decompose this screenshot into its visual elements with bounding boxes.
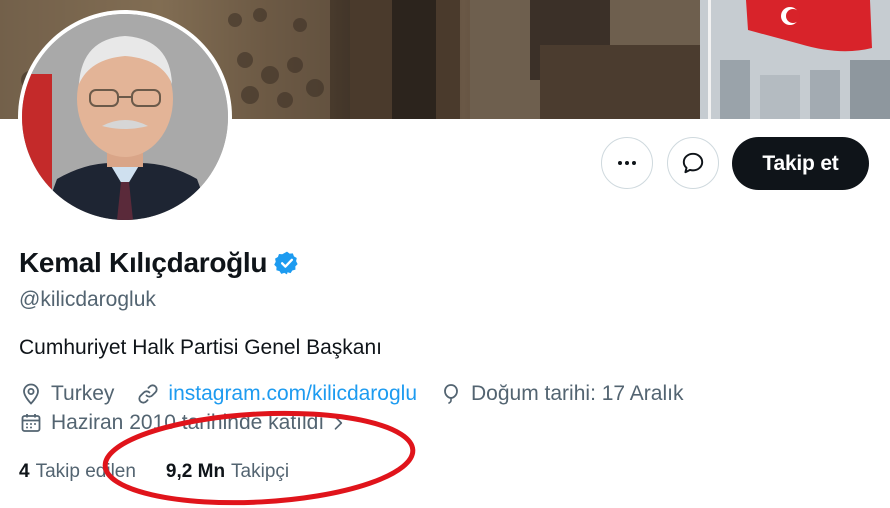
joined-text: Haziran 2010 tarihinde katıldı bbox=[51, 411, 325, 434]
birthday-text: Doğum tarihi: 17 Aralık bbox=[471, 382, 684, 405]
website-item[interactable]: instagram.com/kilicdaroglu bbox=[136, 382, 417, 406]
balloon-icon bbox=[444, 384, 458, 404]
birthday-item: Doğum tarihi: 17 Aralık bbox=[439, 382, 683, 406]
joined-item: Haziran 2010 tarihinde katıldı bbox=[19, 411, 348, 435]
avatar-image bbox=[22, 14, 228, 220]
follow-counts: 4 Takip edilen 9,2 Mn Takipçi bbox=[19, 461, 319, 483]
profile-page: Takip et Kemal Kılıçdaroğlu @kilicdarogl… bbox=[0, 0, 890, 508]
profile-bio: Cumhuriyet Halk Partisi Genel Başkanı bbox=[19, 336, 382, 359]
name-row: Kemal Kılıçdaroğlu bbox=[19, 247, 300, 279]
profile-meta-row: Turkey instagram.com/kilicdaroglu Doğum … bbox=[19, 382, 705, 406]
followers-count-link[interactable]: 9,2 Mn Takipçi bbox=[166, 461, 289, 483]
location-item: Turkey bbox=[19, 382, 114, 406]
following-count-link[interactable]: 4 Takip edilen bbox=[19, 461, 136, 483]
message-icon bbox=[682, 152, 704, 174]
display-name: Kemal Kılıçdaroğlu bbox=[19, 247, 268, 278]
message-button[interactable] bbox=[667, 137, 719, 189]
website-link[interactable]: instagram.com/kilicdaroglu bbox=[168, 382, 417, 406]
location-text: Turkey bbox=[51, 382, 115, 405]
following-label: Takip edilen bbox=[35, 461, 136, 482]
user-handle: @kilicdarogluk bbox=[19, 288, 156, 311]
follow-button[interactable]: Takip et bbox=[732, 137, 869, 190]
location-pin-icon bbox=[23, 383, 39, 405]
verified-badge-icon[interactable] bbox=[274, 250, 300, 276]
more-options-button[interactable] bbox=[601, 137, 653, 189]
followers-label: Takipçi bbox=[231, 461, 290, 482]
avatar[interactable] bbox=[18, 10, 232, 224]
followers-count: 9,2 Mn bbox=[165, 461, 226, 482]
following-count: 4 bbox=[19, 461, 30, 482]
ellipsis-icon bbox=[618, 161, 636, 165]
chevron-right-icon[interactable] bbox=[328, 413, 348, 433]
link-icon bbox=[138, 384, 158, 404]
calendar-icon bbox=[21, 414, 41, 432]
joined-row: Haziran 2010 tarihinde katıldı bbox=[19, 411, 370, 435]
